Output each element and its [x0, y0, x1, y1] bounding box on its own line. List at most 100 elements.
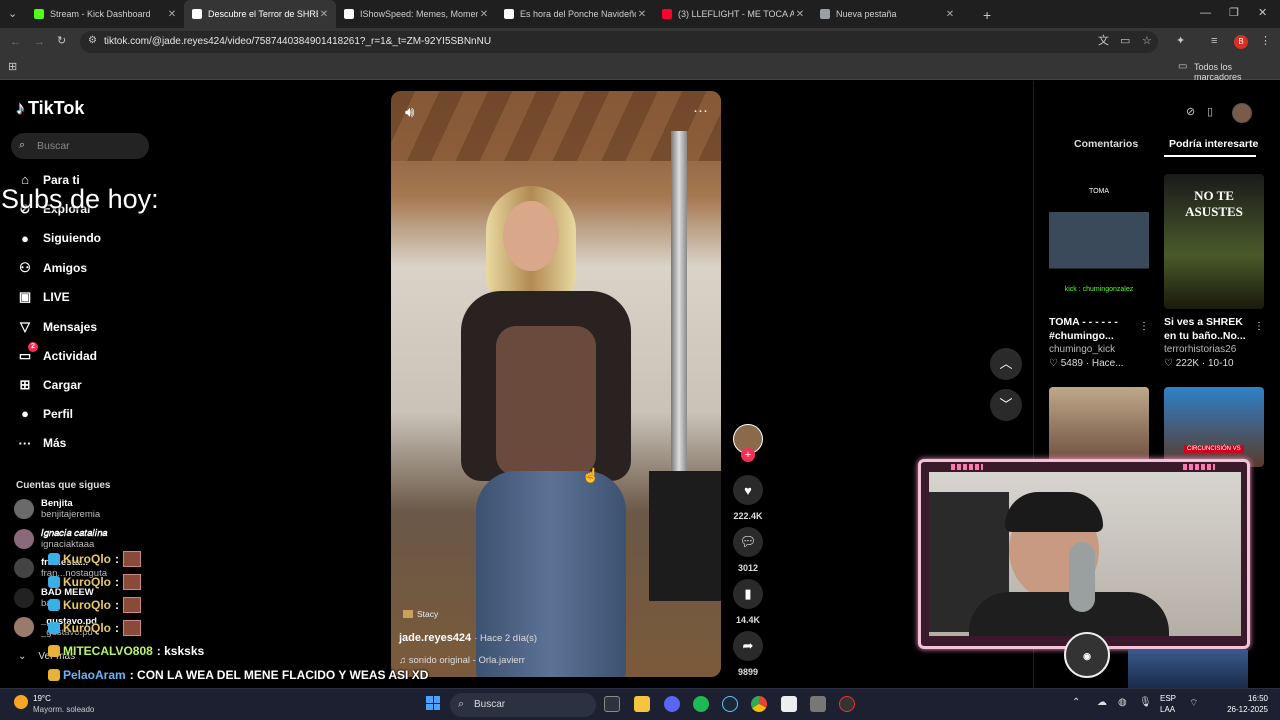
following-item[interactable]: Benjita benjitajeremia — [14, 498, 100, 520]
chat-badge-icon — [48, 645, 60, 657]
nav-item[interactable]: ● Siguiendo — [16, 231, 101, 246]
url-text[interactable]: tiktok.com/@jade.reyes424/video/75874403… — [104, 36, 491, 47]
tab-close-icon[interactable]: ✕ — [318, 9, 330, 20]
browser-tab[interactable]: Stream - Kick Dashboard ✕ — [26, 0, 184, 28]
bookmarks-folder-label[interactable]: Todos los marcadores — [1194, 62, 1280, 82]
tab-recommended[interactable]: Podría interesarte — [1169, 138, 1258, 150]
tab-favicon-icon — [662, 9, 672, 19]
card-more-icon[interactable]: ⋮ — [1139, 321, 1149, 332]
language-sub: LAA — [1160, 705, 1176, 714]
taskbar-search[interactable]: ⌕ Buscar — [450, 693, 596, 717]
app-icon-2[interactable] — [810, 696, 826, 712]
browser-tab[interactable]: (3) LLEFLIGHT - ME TOCA A MI✕ — [654, 0, 812, 28]
mic-icon[interactable]: 🎙︎ — [1139, 697, 1152, 708]
chrome-icon[interactable] — [751, 696, 767, 712]
window-close-icon[interactable]: ✕ — [1258, 8, 1267, 19]
browser-menu-icon[interactable]: ⋮ — [1260, 36, 1271, 47]
follow-plus-icon[interactable]: + — [741, 448, 755, 462]
nav-item[interactable]: ● Perfil — [16, 406, 73, 421]
extensions-icon[interactable]: ✦ — [1176, 36, 1185, 47]
browser-tab[interactable]: Es hora del Ponche Navideño c ✕ — [496, 0, 654, 28]
emote-icon — [123, 574, 141, 590]
minimize-icon[interactable]: — — [1200, 8, 1211, 19]
obs-icon[interactable] — [839, 696, 855, 712]
file-explorer-icon[interactable] — [634, 696, 650, 712]
nav-item[interactable]: ▭ Actividad 2 — [16, 341, 97, 364]
new-tab-icon[interactable]: + — [983, 8, 991, 22]
cast-icon[interactable]: ▭ — [1120, 36, 1130, 47]
profile-avatar[interactable]: B — [1234, 35, 1248, 49]
translate-icon[interactable]: 文 — [1098, 36, 1109, 47]
search-input[interactable]: ⌕ Buscar — [11, 133, 149, 159]
chat-user: KuroQlo — [63, 552, 111, 566]
browser-tab[interactable]: Descubre el Terror de SHRE ✕ — [184, 0, 336, 28]
app-icon-1[interactable] — [781, 696, 797, 712]
like-button[interactable]: ♥ — [733, 475, 763, 505]
tiktok-note-icon: ♪ — [16, 98, 25, 118]
reload-icon[interactable]: ↻ — [57, 36, 66, 47]
recommended-thumb-3[interactable] — [1049, 387, 1149, 467]
video-author[interactable]: jade.reyes424 — [399, 632, 471, 644]
video-more-icon[interactable]: ··· — [693, 103, 708, 118]
browser-tab[interactable]: IShowSpeed: Memes, Moment ✕ — [336, 0, 496, 28]
language[interactable]: ESP — [1160, 694, 1176, 703]
tab-strip: ⌄ Stream - Kick Dashboard ✕ Descubre el Te… — [0, 0, 1280, 28]
share-button[interactable]: ➦ — [733, 631, 763, 661]
recommended-card[interactable]: TOMA kick : chumingonzalez TOMA - - - - - … — [1049, 174, 1149, 369]
chat-text: : ksksks — [156, 644, 205, 658]
network-icon[interactable]: ◍ — [1118, 697, 1127, 708]
chat-user: MITECALVO808 — [63, 644, 153, 658]
tab-comments[interactable]: Comentarios — [1074, 138, 1138, 150]
tab-close-icon[interactable]: ✕ — [944, 9, 956, 20]
back-icon[interactable]: ← — [10, 37, 21, 48]
site-info-icon[interactable]: ⚙ — [88, 36, 97, 46]
recommended-card[interactable]: NO TE ASUSTES Si ves a SHREK en tu baño..… — [1164, 174, 1264, 369]
weather-icon[interactable] — [14, 695, 28, 709]
previous-video-button[interactable]: ︿ — [990, 348, 1022, 380]
tab-search-icon[interactable]: ⌄ — [8, 9, 17, 20]
device-icon[interactable]: ▯ — [1207, 107, 1213, 118]
compass-small-icon[interactable]: ⊘ — [1186, 107, 1195, 118]
video-player[interactable]: 🔊︎ ··· Stacy jade.reyes424 · Hace 2 día(… — [391, 91, 721, 677]
user-avatar[interactable] — [1232, 103, 1252, 123]
address-bar[interactable]: ⚙ tiktok.com/@jade.reyes424/video/758744… — [80, 31, 1158, 53]
browser-tab[interactable]: Nueva pestaña ✕ — [812, 0, 962, 28]
search-icon: ⌕ — [458, 698, 465, 710]
next-video-button[interactable]: ﹀ — [990, 389, 1022, 421]
nav-item[interactable]: ··· Más — [16, 436, 67, 451]
steam-icon[interactable] — [722, 696, 738, 712]
bookmark-star-icon[interactable]: ☆ — [1142, 36, 1152, 47]
clock-time[interactable]: 16:50 — [1208, 694, 1268, 703]
media-icon[interactable]: ≡ — [1211, 36, 1217, 47]
nav-item[interactable]: ▽ Mensajes — [16, 319, 97, 335]
maximize-icon[interactable]: ❐ — [1229, 8, 1239, 19]
tab-close-icon[interactable]: ✕ — [636, 9, 648, 20]
tab-favicon-icon — [820, 9, 830, 19]
onedrive-icon[interactable]: ☁ — [1097, 697, 1107, 708]
tab-close-icon[interactable]: ✕ — [478, 9, 490, 20]
nav-item[interactable]: ⚇ Amigos — [16, 260, 87, 276]
video-tag[interactable]: Stacy — [403, 609, 438, 619]
forward-icon[interactable]: → — [34, 37, 45, 48]
card-more-icon[interactable]: ⋮ — [1254, 321, 1264, 332]
tray-chevron-icon[interactable]: ⌃ — [1072, 697, 1080, 708]
spotify-icon[interactable] — [693, 696, 709, 712]
tab-close-icon[interactable]: ✕ — [794, 9, 806, 20]
discord-icon[interactable] — [664, 696, 680, 712]
wifi-icon[interactable]: ⌔ — [1189, 697, 1198, 710]
nav-item[interactable]: ▣ LIVE — [16, 289, 70, 305]
recommended-thumb-4[interactable]: CIRCUNCISIÓN VS — [1164, 387, 1264, 467]
chat-user: KuroQlo — [63, 621, 111, 635]
video-sound[interactable]: ♫ sonido original - Orla.javierr — [399, 655, 525, 666]
tab-close-icon[interactable]: ✕ — [166, 9, 178, 20]
apps-grid-icon[interactable]: ⊞ — [8, 62, 17, 73]
save-button[interactable]: ▮ — [733, 579, 763, 609]
following-item[interactable]: 𝐼𝑔𝑛𝑎𝑐𝑖𝑎 𝑐𝑎𝑡𝑎𝑙𝑖𝑛𝑎 ignaciaktaaa — [14, 528, 107, 550]
nav-item[interactable]: ⊞ Cargar — [16, 377, 82, 393]
volume-icon[interactable]: 🔊︎ — [405, 105, 414, 120]
tiktok-logo[interactable]: ♪ TikTok — [16, 98, 84, 119]
comment-button[interactable]: 💬︎ — [733, 527, 763, 557]
chat-message: KuroQlo: — [48, 574, 141, 590]
start-icon[interactable] — [426, 696, 440, 710]
task-view-icon[interactable] — [604, 696, 620, 712]
